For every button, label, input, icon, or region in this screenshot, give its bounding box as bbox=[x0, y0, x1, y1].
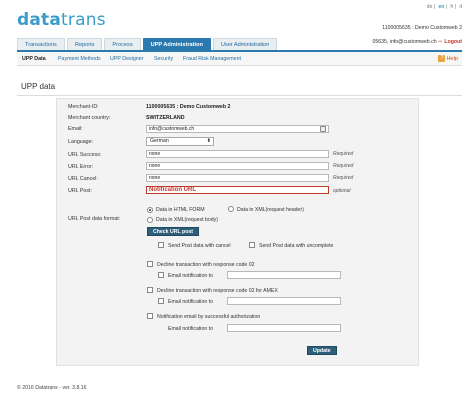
check-url-post-button[interactable]: Check URL post bbox=[147, 227, 199, 236]
decline-02-amex-label: Decline transaction with response code 0… bbox=[157, 288, 278, 294]
lang-en[interactable]: en bbox=[438, 4, 444, 10]
decline-02-notify-label: Email notification to bbox=[168, 273, 213, 279]
lang-fr[interactable]: fr bbox=[450, 4, 453, 10]
send-cancel-label: Send Post data with cancel bbox=[168, 243, 231, 249]
notify-success-email-label: Email notification to bbox=[168, 326, 213, 332]
post-format-label: URL Post data format: bbox=[68, 216, 121, 222]
decline-02-amex-notify-checkbox[interactable] bbox=[158, 298, 164, 304]
url-error-field[interactable]: none bbox=[146, 162, 329, 170]
merchant-id-value: 1100005635 : Demo Customweb 2 bbox=[146, 104, 231, 110]
decline-02-amex-notify-label: Email notification to bbox=[168, 299, 213, 305]
language-value: German bbox=[150, 138, 169, 144]
user-info: 05635, info@customweb.ch ⇨ Logout bbox=[373, 39, 463, 45]
url-cancel-required: Required bbox=[333, 175, 354, 181]
logout-link[interactable]: Logout bbox=[444, 39, 462, 45]
tab-upp-administration[interactable]: UPP Administration bbox=[142, 38, 211, 50]
logo-text-b: trans bbox=[61, 10, 106, 30]
url-success-field[interactable]: none bbox=[146, 150, 329, 158]
decline-02-notify-email[interactable] bbox=[227, 271, 341, 279]
email-value: info@customweb.ch bbox=[149, 126, 195, 132]
decline-02-checkbox[interactable] bbox=[147, 261, 153, 267]
merchant-id-label: Merchant-ID: bbox=[68, 104, 99, 110]
send-uncomplete-label: Send Post data with uncomplete bbox=[259, 243, 334, 249]
lang-de[interactable]: de bbox=[427, 4, 433, 10]
language-select[interactable]: German ⬍ bbox=[146, 137, 214, 146]
sub-navigation: UPP Data Payment Methods UPP Designer Se… bbox=[17, 52, 462, 66]
notify-success-label: Notification email by successful authori… bbox=[157, 314, 261, 320]
chevron-down-icon: ⬍ bbox=[206, 138, 211, 144]
title-divider bbox=[17, 95, 462, 96]
subnav-upp-designer[interactable]: UPP Designer bbox=[110, 56, 143, 62]
decline-02-label: Decline transaction with response code 0… bbox=[157, 262, 255, 268]
subnav-upp-data[interactable]: UPP Data bbox=[22, 56, 46, 62]
format-xml-header-radio[interactable] bbox=[228, 206, 234, 212]
format-xml-body-radio[interactable] bbox=[147, 217, 153, 223]
decline-02-amex-notify-email[interactable] bbox=[227, 297, 341, 305]
tab-user-administration[interactable]: User Administration bbox=[212, 38, 278, 50]
format-xml-header-label: Data in XML(request header) bbox=[237, 207, 304, 213]
notify-success-email[interactable] bbox=[227, 324, 341, 332]
url-post-label: URL Post: bbox=[68, 188, 92, 194]
logout-icon[interactable]: ⇨ bbox=[438, 39, 442, 45]
subnav-fraud-risk[interactable]: Fraud Risk Management bbox=[183, 56, 241, 62]
help-label: Help bbox=[446, 55, 458, 62]
url-cancel-label: URL Cancel: bbox=[68, 176, 98, 182]
decline-02-notify-checkbox[interactable] bbox=[158, 272, 164, 278]
email-label: Email: bbox=[68, 126, 83, 132]
url-error-required: Required bbox=[333, 163, 354, 169]
page-title: UPP data bbox=[21, 82, 56, 91]
language-switcher: de | en | fr | it bbox=[426, 4, 463, 10]
merchant-country-value: SWITZERLAND bbox=[146, 115, 185, 121]
url-cancel-field[interactable]: none bbox=[146, 174, 329, 182]
contact-card-icon[interactable] bbox=[320, 126, 326, 132]
tab-reports[interactable]: Reports bbox=[66, 38, 103, 50]
tab-process[interactable]: Process bbox=[104, 38, 141, 50]
format-xml-body-label: Data in XML(request body) bbox=[156, 217, 218, 223]
language-label: Language: bbox=[68, 139, 94, 145]
url-post-field[interactable]: Notification URL bbox=[146, 186, 329, 194]
send-uncomplete-checkbox[interactable] bbox=[249, 242, 255, 248]
merchant-header: 1100005635 : Demo Customweb 2 bbox=[382, 25, 462, 31]
top-bar: datatrans de | en | fr | it 1100005635 :… bbox=[0, 0, 474, 40]
lang-it[interactable]: it bbox=[460, 4, 463, 10]
footer-copyright: © 2016 Datatrans - ver. 3.8.16 bbox=[17, 385, 87, 391]
url-success-required: Required bbox=[333, 151, 354, 157]
subnav-security[interactable]: Security bbox=[154, 56, 173, 62]
subnav-payment-methods[interactable]: Payment Methods bbox=[58, 56, 101, 62]
url-success-label: URL Success: bbox=[68, 152, 102, 158]
main-tabs: Transactions Reports Process UPP Adminis… bbox=[17, 38, 279, 50]
url-post-optional: optional bbox=[333, 188, 351, 194]
tab-transactions[interactable]: Transactions bbox=[17, 38, 65, 50]
help-icon: ? bbox=[438, 55, 446, 62]
merchant-country-label: Merchant country: bbox=[68, 115, 111, 121]
decline-02-amex-checkbox[interactable] bbox=[147, 287, 153, 293]
url-error-label: URL Error: bbox=[68, 164, 94, 170]
logo-text-a: data bbox=[17, 10, 62, 30]
update-button[interactable]: Update bbox=[307, 346, 337, 355]
user-email: 05635, info@customweb.ch bbox=[372, 39, 437, 45]
send-cancel-checkbox[interactable] bbox=[158, 242, 164, 248]
help-link[interactable]: ? Help bbox=[438, 55, 458, 62]
format-html-label: Data in HTML FORM bbox=[156, 207, 205, 213]
notify-success-checkbox[interactable] bbox=[147, 313, 153, 319]
format-html-radio[interactable] bbox=[147, 207, 153, 213]
email-field[interactable]: info@customweb.ch bbox=[146, 125, 329, 133]
datatrans-logo[interactable]: datatrans bbox=[17, 10, 106, 30]
